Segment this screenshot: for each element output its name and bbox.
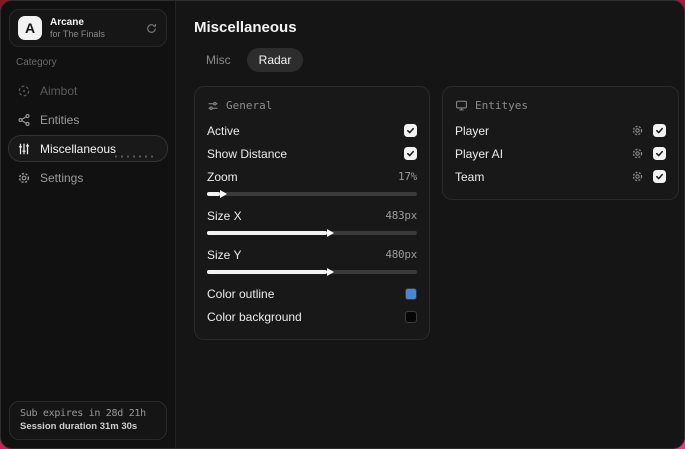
entity-label: Player AI	[455, 146, 504, 161]
active-row: Active	[207, 120, 417, 141]
sidebar-item-label: Miscellaneous	[40, 141, 117, 156]
entity-checkbox-team[interactable]	[653, 170, 666, 183]
session-duration-text: Session duration 31m 30s	[20, 421, 138, 432]
active-checkbox[interactable]	[404, 124, 417, 137]
zoom-label: Zoom	[207, 169, 238, 184]
sidebar-item-entities[interactable]: Entities	[8, 106, 168, 133]
entities-panel-title: Entityes	[475, 99, 528, 112]
color-outline-swatch[interactable]	[405, 287, 417, 300]
entities-panel: Entityes Player Player AI Team	[442, 86, 679, 200]
general-panel-title: General	[226, 99, 273, 112]
entity-label: Team	[455, 169, 485, 184]
size-y-slider-thumb[interactable]	[326, 268, 334, 276]
entity-row-team: Team	[455, 166, 666, 187]
entity-checkbox-player-ai[interactable]	[653, 147, 666, 160]
share-nodes-icon	[17, 113, 31, 127]
entity-checkbox-player[interactable]	[653, 124, 666, 137]
active-label: Active	[207, 123, 240, 138]
sidebar: A Arcane for The Finals Category Aimbot …	[1, 1, 176, 448]
entity-row-player-ai: Player AI	[455, 143, 666, 164]
sidebar-item-aimbot[interactable]: Aimbot	[8, 77, 168, 104]
size-y-row: Size Y 480px	[207, 244, 417, 265]
show-distance-label: Show Distance	[207, 146, 288, 161]
color-background-swatch[interactable]	[405, 310, 417, 323]
color-outline-row: Color outline	[207, 283, 417, 304]
category-label: Category	[16, 57, 57, 68]
size-x-value: 483px	[385, 209, 417, 222]
zoom-slider[interactable]	[207, 190, 417, 198]
sliders-small-icon	[207, 100, 219, 112]
color-background-label: Color background	[207, 309, 302, 324]
size-x-label: Size X	[207, 208, 242, 223]
shimmer-decoration	[113, 155, 153, 158]
sidebar-item-label: Entities	[40, 112, 80, 127]
entity-gear-icon[interactable]	[631, 147, 644, 160]
crosshair-icon	[17, 84, 31, 98]
sidebar-item-label: Settings	[40, 170, 84, 185]
entity-gear-icon[interactable]	[631, 170, 644, 183]
entity-gear-icon[interactable]	[631, 124, 644, 137]
sidebar-nav: Aimbot Entities Miscellaneous Settings	[1, 76, 175, 192]
size-x-slider-thumb[interactable]	[326, 229, 334, 237]
sidebar-item-settings[interactable]: Settings	[8, 164, 168, 191]
zoom-row: Zoom 17%	[207, 166, 417, 187]
app-subtitle: for The Finals	[50, 28, 105, 39]
subscription-card: Sub expires in 28d 21h Session duration …	[9, 401, 167, 440]
app-logo: A	[18, 16, 42, 40]
color-background-row: Color background	[207, 306, 417, 327]
general-panel: General Active Show Distance Zoom 17% Si…	[194, 86, 430, 340]
tab-radar[interactable]: Radar	[246, 48, 304, 72]
sidebar-header-card: A Arcane for The Finals	[9, 9, 167, 47]
entity-row-player: Player	[455, 120, 666, 141]
tab-bar: Misc Radar	[194, 48, 679, 72]
monitor-icon	[455, 99, 468, 112]
size-y-value: 480px	[385, 248, 417, 261]
app-title: Arcane	[50, 17, 84, 29]
size-x-row: Size X 483px	[207, 205, 417, 226]
sidebar-item-miscellaneous[interactable]: Miscellaneous	[8, 135, 168, 162]
sync-icon[interactable]	[145, 22, 158, 35]
zoom-value: 17%	[398, 170, 417, 183]
gear-icon	[17, 171, 31, 185]
size-x-slider[interactable]	[207, 229, 417, 237]
size-y-label: Size Y	[207, 247, 242, 262]
main-content: Miscellaneous Misc Radar General Active …	[176, 1, 684, 448]
size-y-slider[interactable]	[207, 268, 417, 276]
sliders-icon	[17, 142, 31, 156]
sidebar-item-label: Aimbot	[40, 83, 78, 98]
zoom-slider-thumb[interactable]	[219, 190, 227, 198]
tab-misc[interactable]: Misc	[194, 48, 243, 72]
show-distance-row: Show Distance	[207, 143, 417, 164]
color-outline-label: Color outline	[207, 286, 275, 301]
page-title: Miscellaneous	[194, 19, 297, 36]
app-window: A Arcane for The Finals Category Aimbot …	[0, 0, 685, 449]
sub-expires-text: Sub expires in 28d 21h	[20, 408, 146, 419]
show-distance-checkbox[interactable]	[404, 147, 417, 160]
entity-label: Player	[455, 123, 490, 138]
